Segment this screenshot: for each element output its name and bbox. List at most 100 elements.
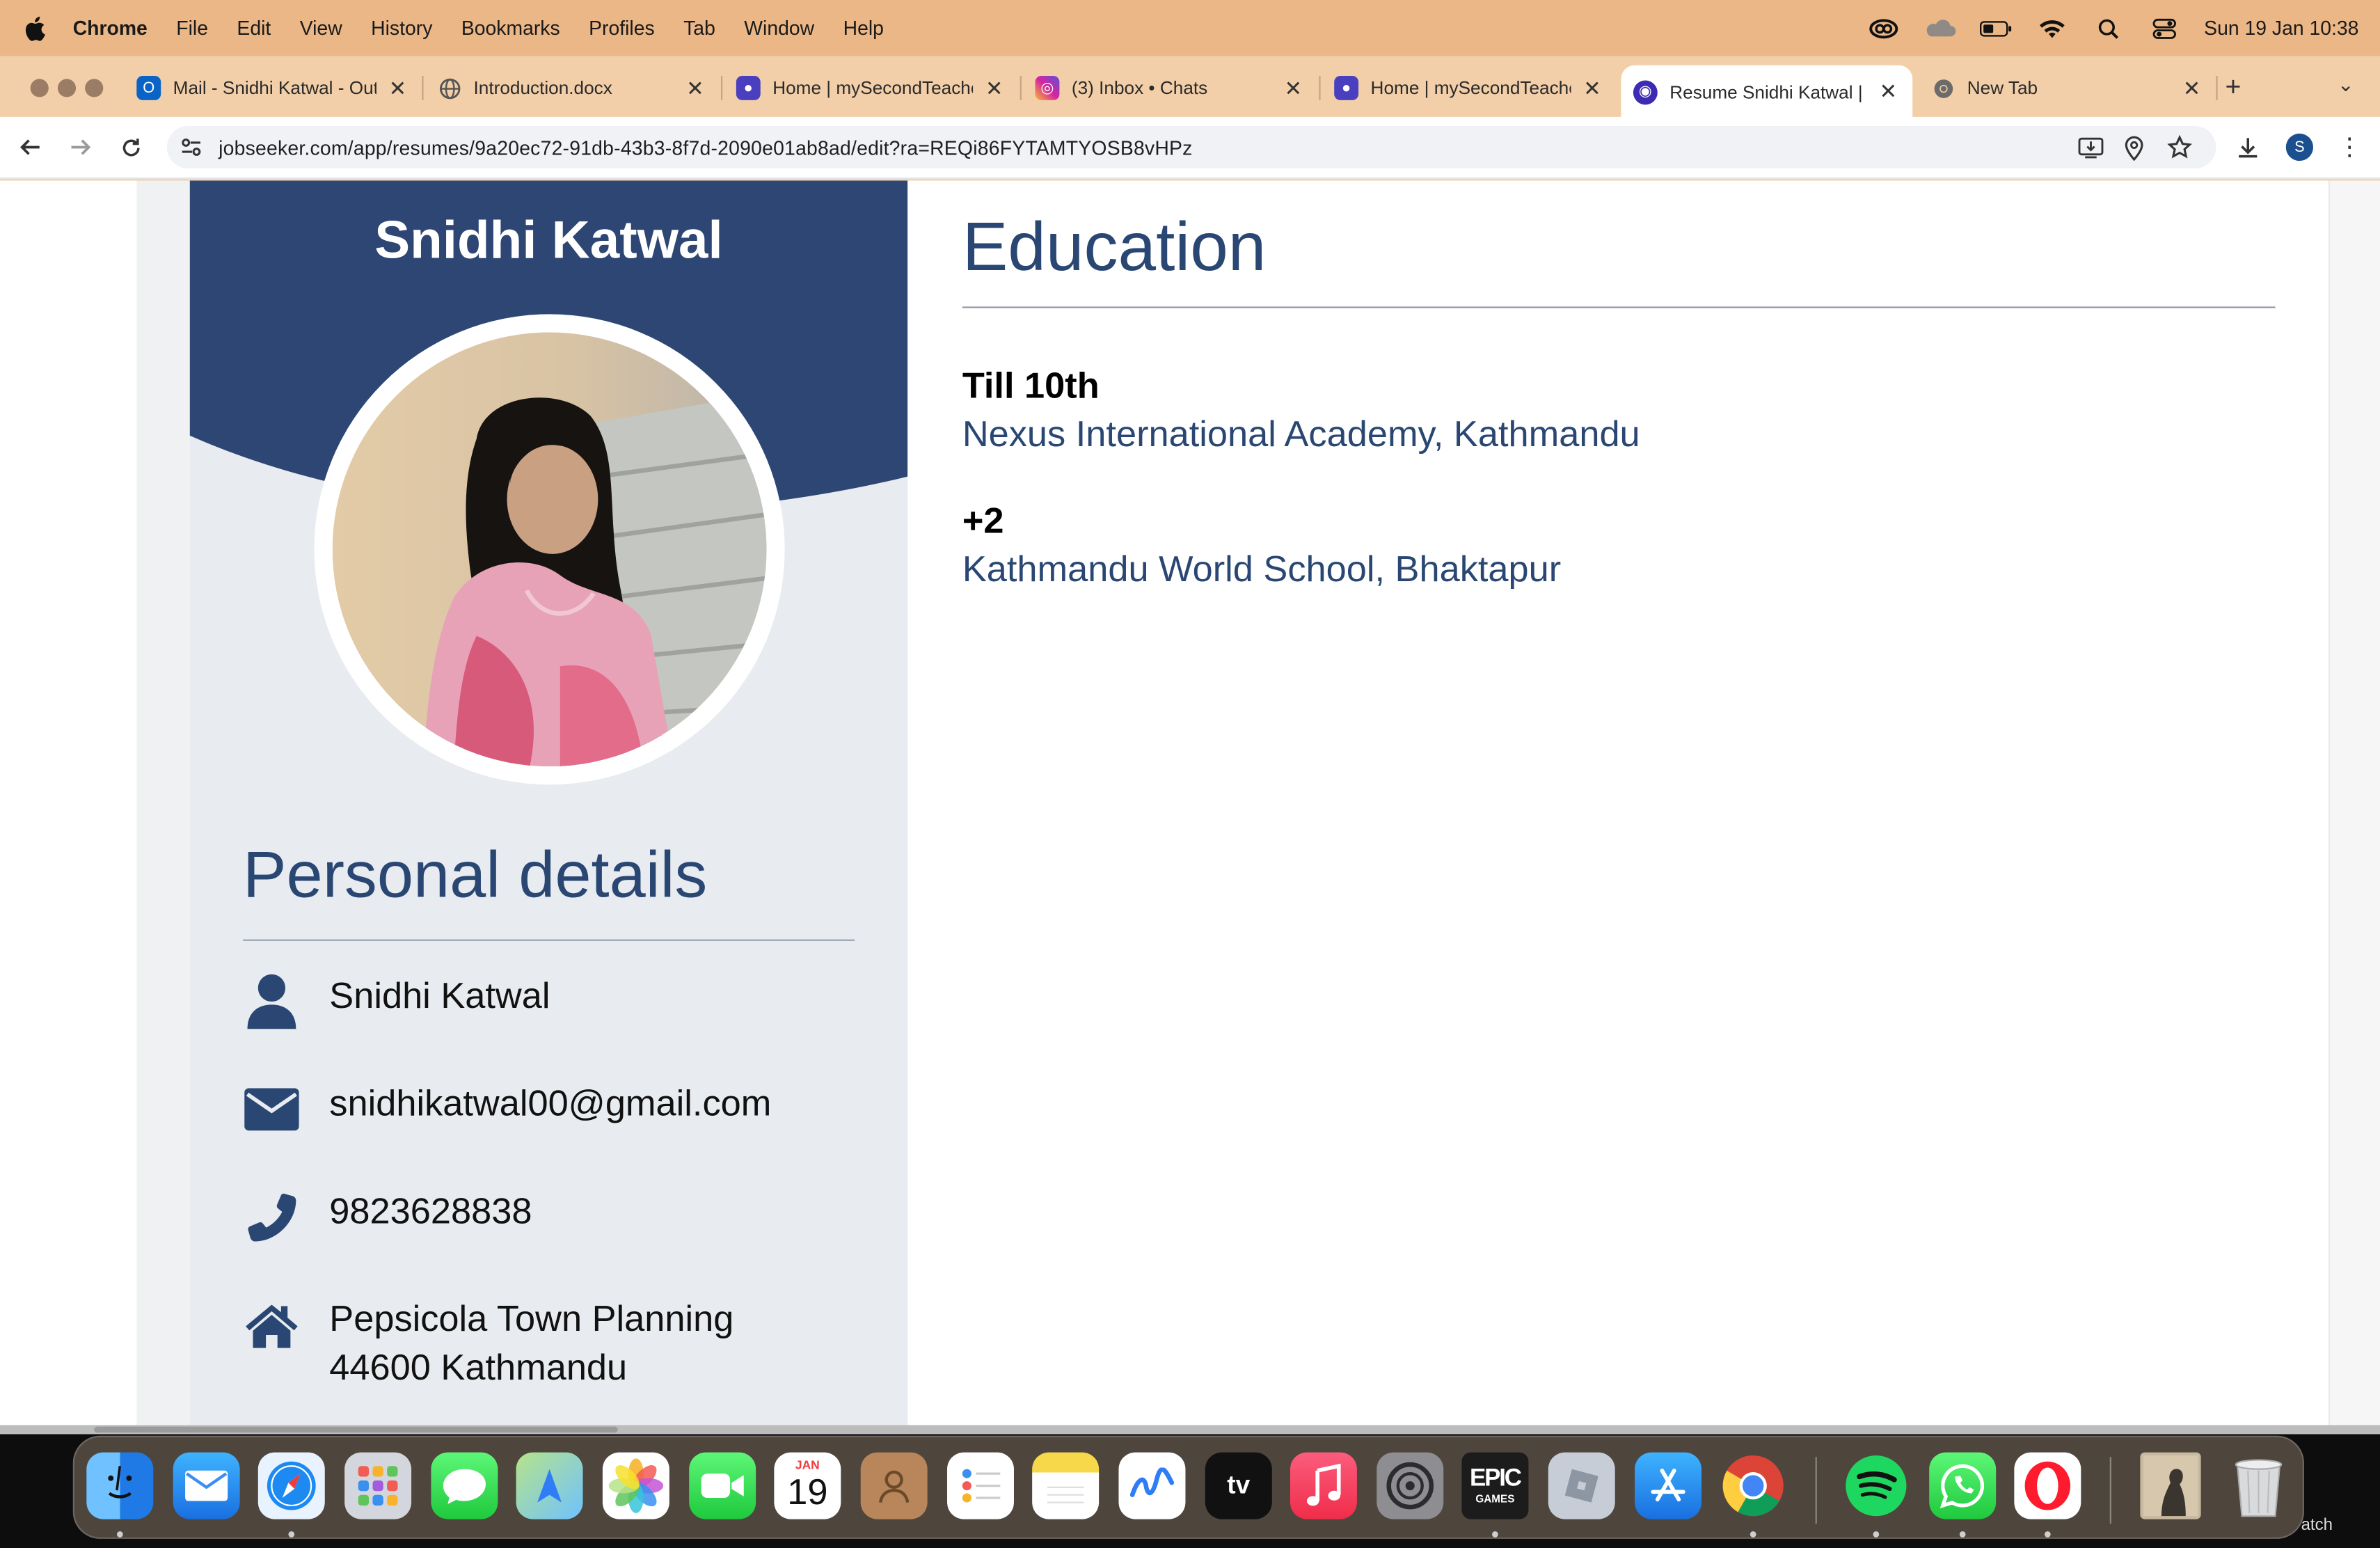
page-viewport: Snidhi Katwal Personal details Snidhi Ka…: [0, 180, 2380, 1425]
tab-close-icon[interactable]: ✕: [982, 75, 1006, 101]
menu-bookmarks[interactable]: Bookmarks: [461, 17, 560, 40]
tab-title: Home | mySecondTeacher: [1370, 77, 1571, 99]
profile-photo[interactable]: [332, 332, 767, 767]
freeform-icon[interactable]: [1118, 1452, 1186, 1519]
profile-avatar[interactable]: S: [2285, 133, 2314, 161]
reminders-icon[interactable]: [947, 1452, 1014, 1519]
safari-icon[interactable]: [257, 1452, 325, 1519]
tab-search-chevron-icon[interactable]: ⌄: [2338, 73, 2354, 97]
personal-details-heading[interactable]: Personal details: [243, 839, 707, 914]
tab-close-icon[interactable]: ✕: [386, 75, 410, 101]
window-minimize-button[interactable]: [57, 79, 77, 97]
tab-mysecondteacher-2[interactable]: ● Home | mySecondTeacher ✕: [1334, 65, 1604, 111]
tab-close-icon[interactable]: ✕: [1281, 75, 1306, 101]
install-app-icon[interactable]: [2077, 134, 2104, 161]
tab-jobseeker-resume[interactable]: ◉ Resume Snidhi Katwal | Jobseeker ✕: [1621, 65, 1913, 119]
desktop-file-label: atch: [2301, 1516, 2333, 1535]
home-icon: [243, 1296, 301, 1354]
chrome-icon: [1930, 76, 1955, 100]
tab-outlook-mail[interactable]: O Mail - Snidhi Katwal - Outlook ✕: [136, 65, 410, 111]
opera-icon[interactable]: [2014, 1452, 2081, 1519]
facetime-icon[interactable]: [689, 1452, 756, 1519]
forward-arrow-icon[interactable]: [64, 131, 97, 164]
epic-sublabel: GAMES: [1475, 1494, 1515, 1505]
menu-profiles[interactable]: Profiles: [589, 17, 655, 40]
tab-mysecondteacher-1[interactable]: ● Home | mySecondTeacher ✕: [736, 65, 1006, 111]
spotlight-search-icon[interactable]: [2092, 16, 2125, 40]
trash-icon[interactable]: [2226, 1453, 2292, 1519]
control-center-icon[interactable]: [2148, 16, 2181, 40]
notes-icon[interactable]: [1032, 1452, 1100, 1519]
back-arrow-icon[interactable]: [14, 131, 47, 164]
app-store-icon[interactable]: [1635, 1452, 1702, 1519]
wifi-icon[interactable]: [2036, 16, 2069, 40]
photos-icon[interactable]: [602, 1452, 669, 1519]
url-text[interactable]: jobseeker.com/app/resumes/9a20ec72-91db-…: [219, 136, 1192, 159]
menu-file[interactable]: File: [176, 17, 208, 40]
spotify-icon[interactable]: [1843, 1453, 1910, 1519]
page-gutter: [2328, 180, 2380, 1425]
envelope-icon: [243, 1080, 301, 1138]
tab-close-icon[interactable]: ✕: [2180, 75, 2204, 101]
menu-app-name[interactable]: Chrome: [73, 17, 148, 40]
education-entry[interactable]: Till 10th Nexus International Academy, K…: [962, 364, 1640, 461]
section-divider: [242, 939, 855, 941]
detail-row-address[interactable]: Pepsicola Town Planning 44600 Kathmandu: [243, 1296, 733, 1393]
preview-image-thumbnail[interactable]: [2140, 1452, 2201, 1519]
epic-games-icon[interactable]: EPIC GAMES: [1461, 1452, 1529, 1519]
tab-title: (3) Inbox • Chats: [1071, 77, 1208, 99]
finder-icon[interactable]: [86, 1452, 154, 1519]
tab-introduction-docx[interactable]: Introduction.docx ✕: [437, 65, 707, 111]
detail-row-email[interactable]: snidhikatwal00@gmail.com: [243, 1080, 771, 1138]
whatsapp-icon[interactable]: [1929, 1452, 1997, 1519]
window-close-button[interactable]: [30, 79, 49, 97]
detail-row-phone[interactable]: 9823628838: [243, 1188, 532, 1246]
roblox-icon[interactable]: [1548, 1452, 1615, 1519]
menu-window[interactable]: Window: [744, 17, 814, 40]
maps-icon[interactable]: [516, 1452, 583, 1519]
globe-icon: [437, 76, 461, 100]
reload-icon[interactable]: [114, 131, 148, 164]
chrome-menu-kebab-icon[interactable]: ⋮: [2338, 132, 2362, 163]
tab-new-tab[interactable]: New Tab ✕: [1930, 65, 2204, 111]
tab-divider: [1020, 76, 1022, 100]
tab-divider: [1319, 76, 1321, 100]
chrome-app-icon[interactable]: [1720, 1453, 1786, 1519]
apple-tv-icon[interactable]: tv: [1205, 1452, 1272, 1519]
scrollbar-thumb[interactable]: [94, 1426, 618, 1433]
menu-edit[interactable]: Edit: [237, 17, 271, 40]
menu-bar-clock[interactable]: Sun 19 Jan 10:38: [2204, 17, 2358, 40]
system-settings-icon[interactable]: [1377, 1452, 1444, 1519]
new-tab-plus-icon[interactable]: +: [2226, 71, 2242, 103]
menu-history[interactable]: History: [371, 17, 432, 40]
apple-logo-icon[interactable]: [24, 15, 55, 40]
education-entry[interactable]: +2 Kathmandu World School, Bhaktapur: [962, 499, 1561, 597]
downloads-icon[interactable]: [2235, 134, 2262, 161]
education-heading[interactable]: Education: [962, 208, 1267, 287]
tab-divider: [2216, 76, 2218, 100]
music-icon[interactable]: [1290, 1452, 1357, 1519]
site-info-tune-icon[interactable]: [179, 135, 203, 159]
contacts-icon[interactable]: [860, 1452, 928, 1519]
running-indicator: [1492, 1531, 1498, 1538]
tab-close-icon[interactable]: ✕: [1876, 79, 1901, 104]
cloud-icon[interactable]: [1923, 16, 1957, 40]
battery-icon[interactable]: [1979, 16, 2013, 40]
messages-icon[interactable]: [431, 1452, 498, 1519]
resume-name-heading[interactable]: Snidhi Katwal: [190, 211, 908, 271]
creative-cloud-icon[interactable]: [1867, 16, 1901, 40]
detail-row-name[interactable]: Snidhi Katwal: [243, 973, 550, 1031]
menu-tab[interactable]: Tab: [683, 17, 715, 40]
tab-instagram-inbox[interactable]: ◎ (3) Inbox • Chats ✕: [1035, 65, 1306, 111]
location-pin-icon[interactable]: [2120, 134, 2148, 161]
tab-divider: [721, 76, 723, 100]
menu-view[interactable]: View: [300, 17, 342, 40]
tab-close-icon[interactable]: ✕: [1580, 75, 1605, 101]
tab-close-icon[interactable]: ✕: [683, 75, 708, 101]
bookmark-star-icon[interactable]: [2166, 134, 2193, 161]
launchpad-icon[interactable]: [344, 1452, 412, 1519]
menu-help[interactable]: Help: [843, 17, 884, 40]
calendar-icon[interactable]: JAN 19: [774, 1452, 841, 1519]
mail-app-icon[interactable]: [173, 1452, 240, 1519]
window-zoom-button[interactable]: [85, 79, 104, 97]
